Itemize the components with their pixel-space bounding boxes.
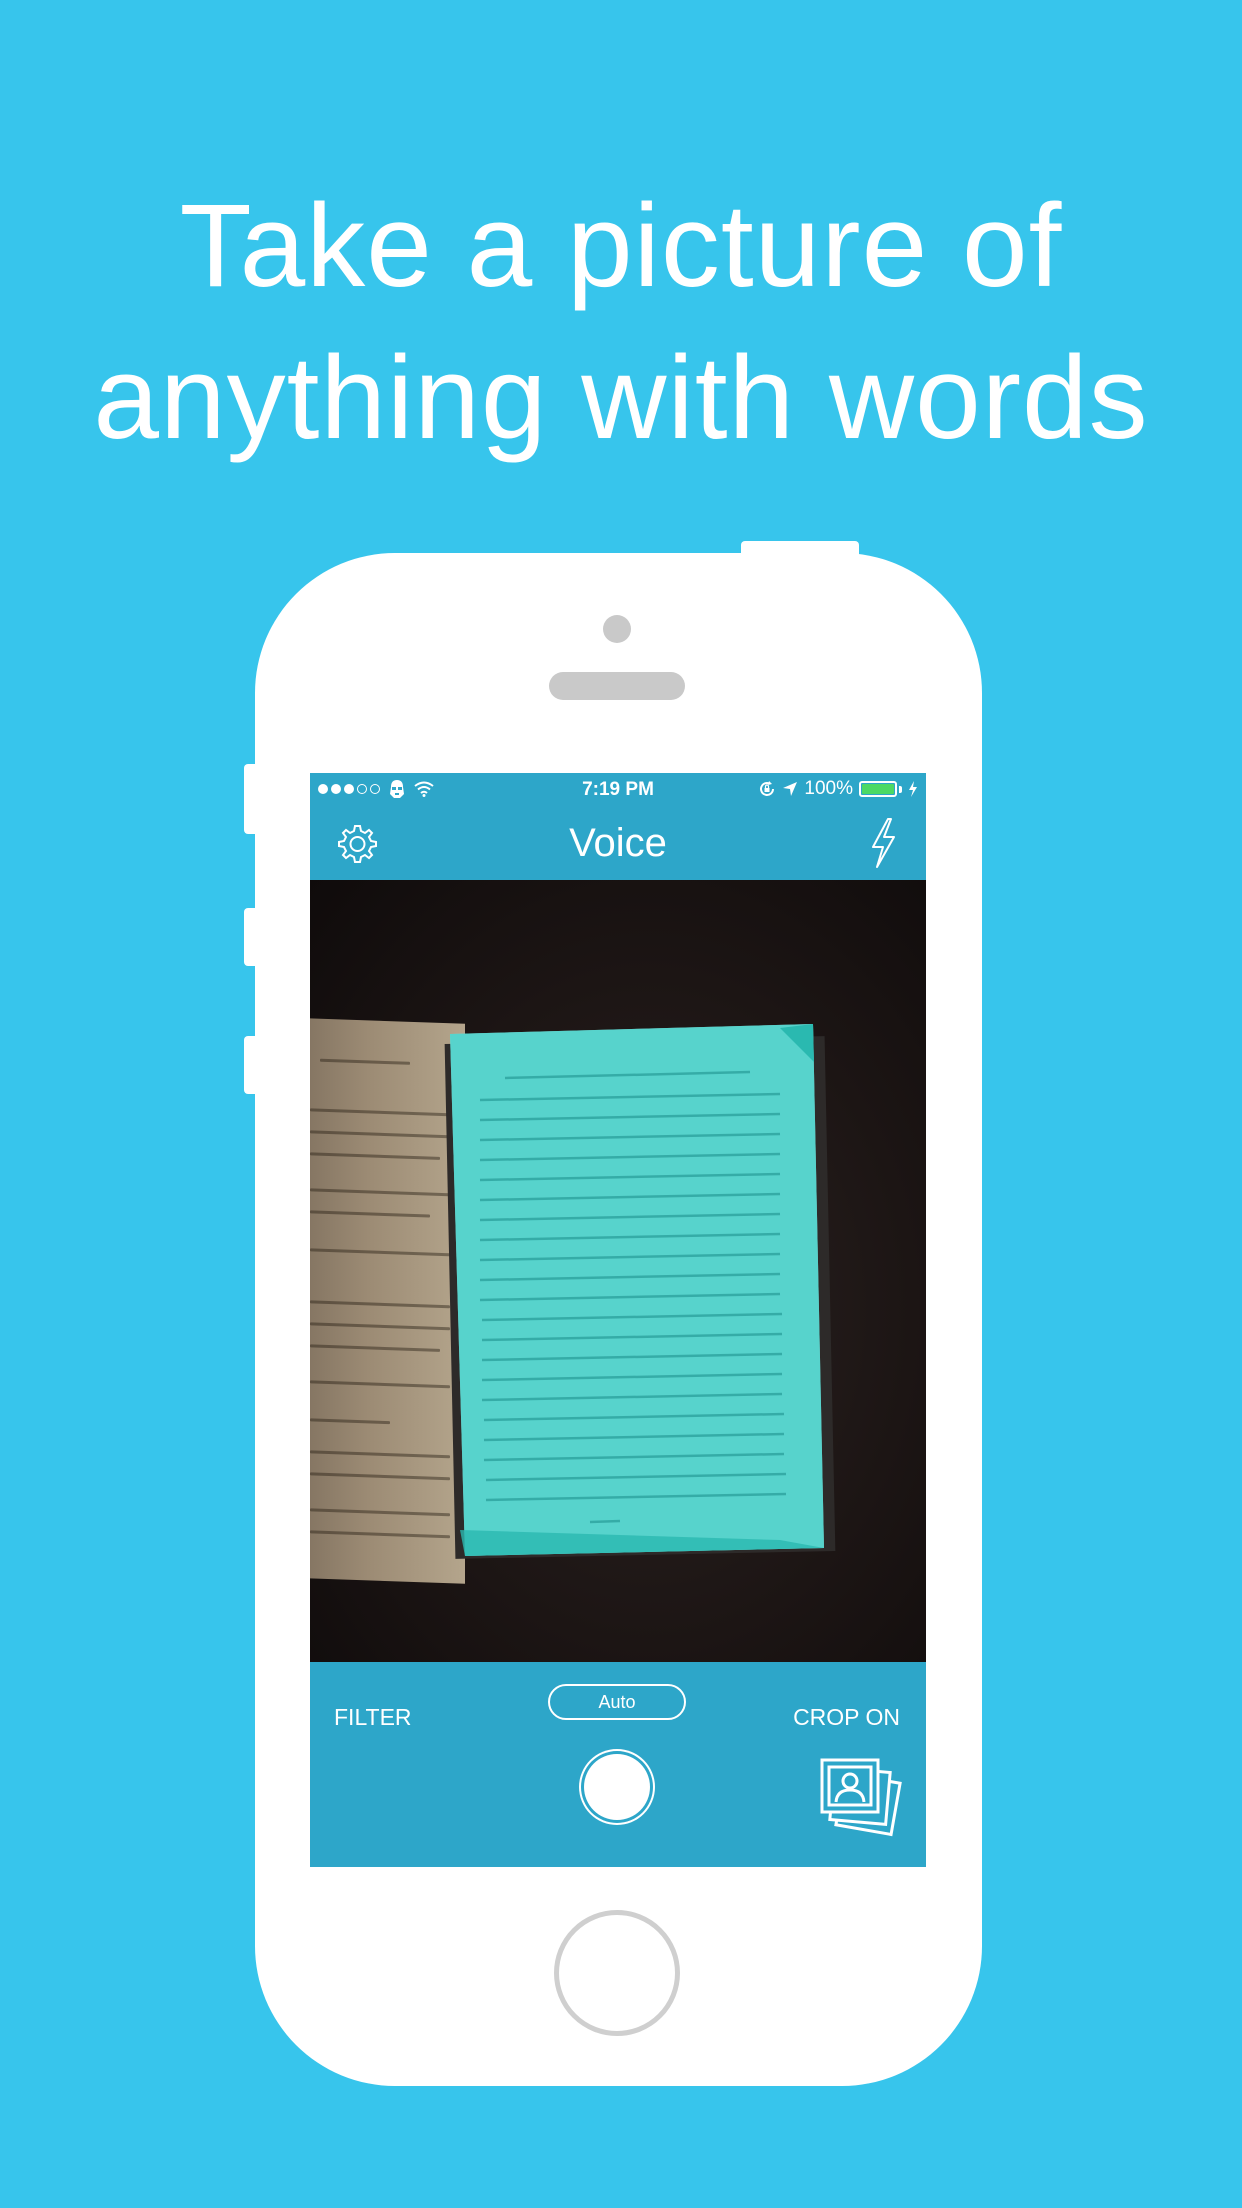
auto-mode-toggle[interactable]: Auto: [548, 1684, 686, 1720]
shutter-button[interactable]: [584, 1754, 650, 1820]
headline: Take a picture of anything with words: [0, 170, 1242, 474]
flash-icon[interactable]: [868, 817, 898, 869]
location-icon: [783, 782, 798, 796]
filter-button[interactable]: FILTER: [334, 1704, 412, 1731]
rotation-lock-icon: [760, 781, 775, 796]
status-bar: 7:19 PM 100%: [310, 773, 926, 807]
battery-cap: [899, 785, 902, 793]
camera-toolbar: FILTER Auto CROP ON: [310, 1662, 926, 1867]
home-button[interactable]: [554, 1910, 680, 2036]
detected-document-overlay: [450, 1024, 824, 1556]
headline-line-1: Take a picture of: [179, 180, 1063, 312]
status-right: 100%: [758, 778, 918, 800]
photo-gallery-icon[interactable]: [818, 1754, 906, 1838]
front-camera: [603, 615, 631, 643]
nav-bar: Voice: [310, 807, 926, 880]
app-title: Voice: [569, 821, 667, 865]
battery-percent: 100%: [804, 778, 853, 799]
app-screen: 7:19 PM 100% Voice FILTER Auto CROP ON: [310, 773, 926, 1867]
crop-toggle-button[interactable]: CROP ON: [793, 1704, 900, 1731]
camera-viewfinder[interactable]: [310, 880, 926, 1662]
charging-icon: [909, 781, 917, 797]
earpiece-speaker: [549, 672, 685, 700]
battery-icon: [859, 781, 897, 797]
headline-line-2: anything with words: [93, 332, 1149, 464]
